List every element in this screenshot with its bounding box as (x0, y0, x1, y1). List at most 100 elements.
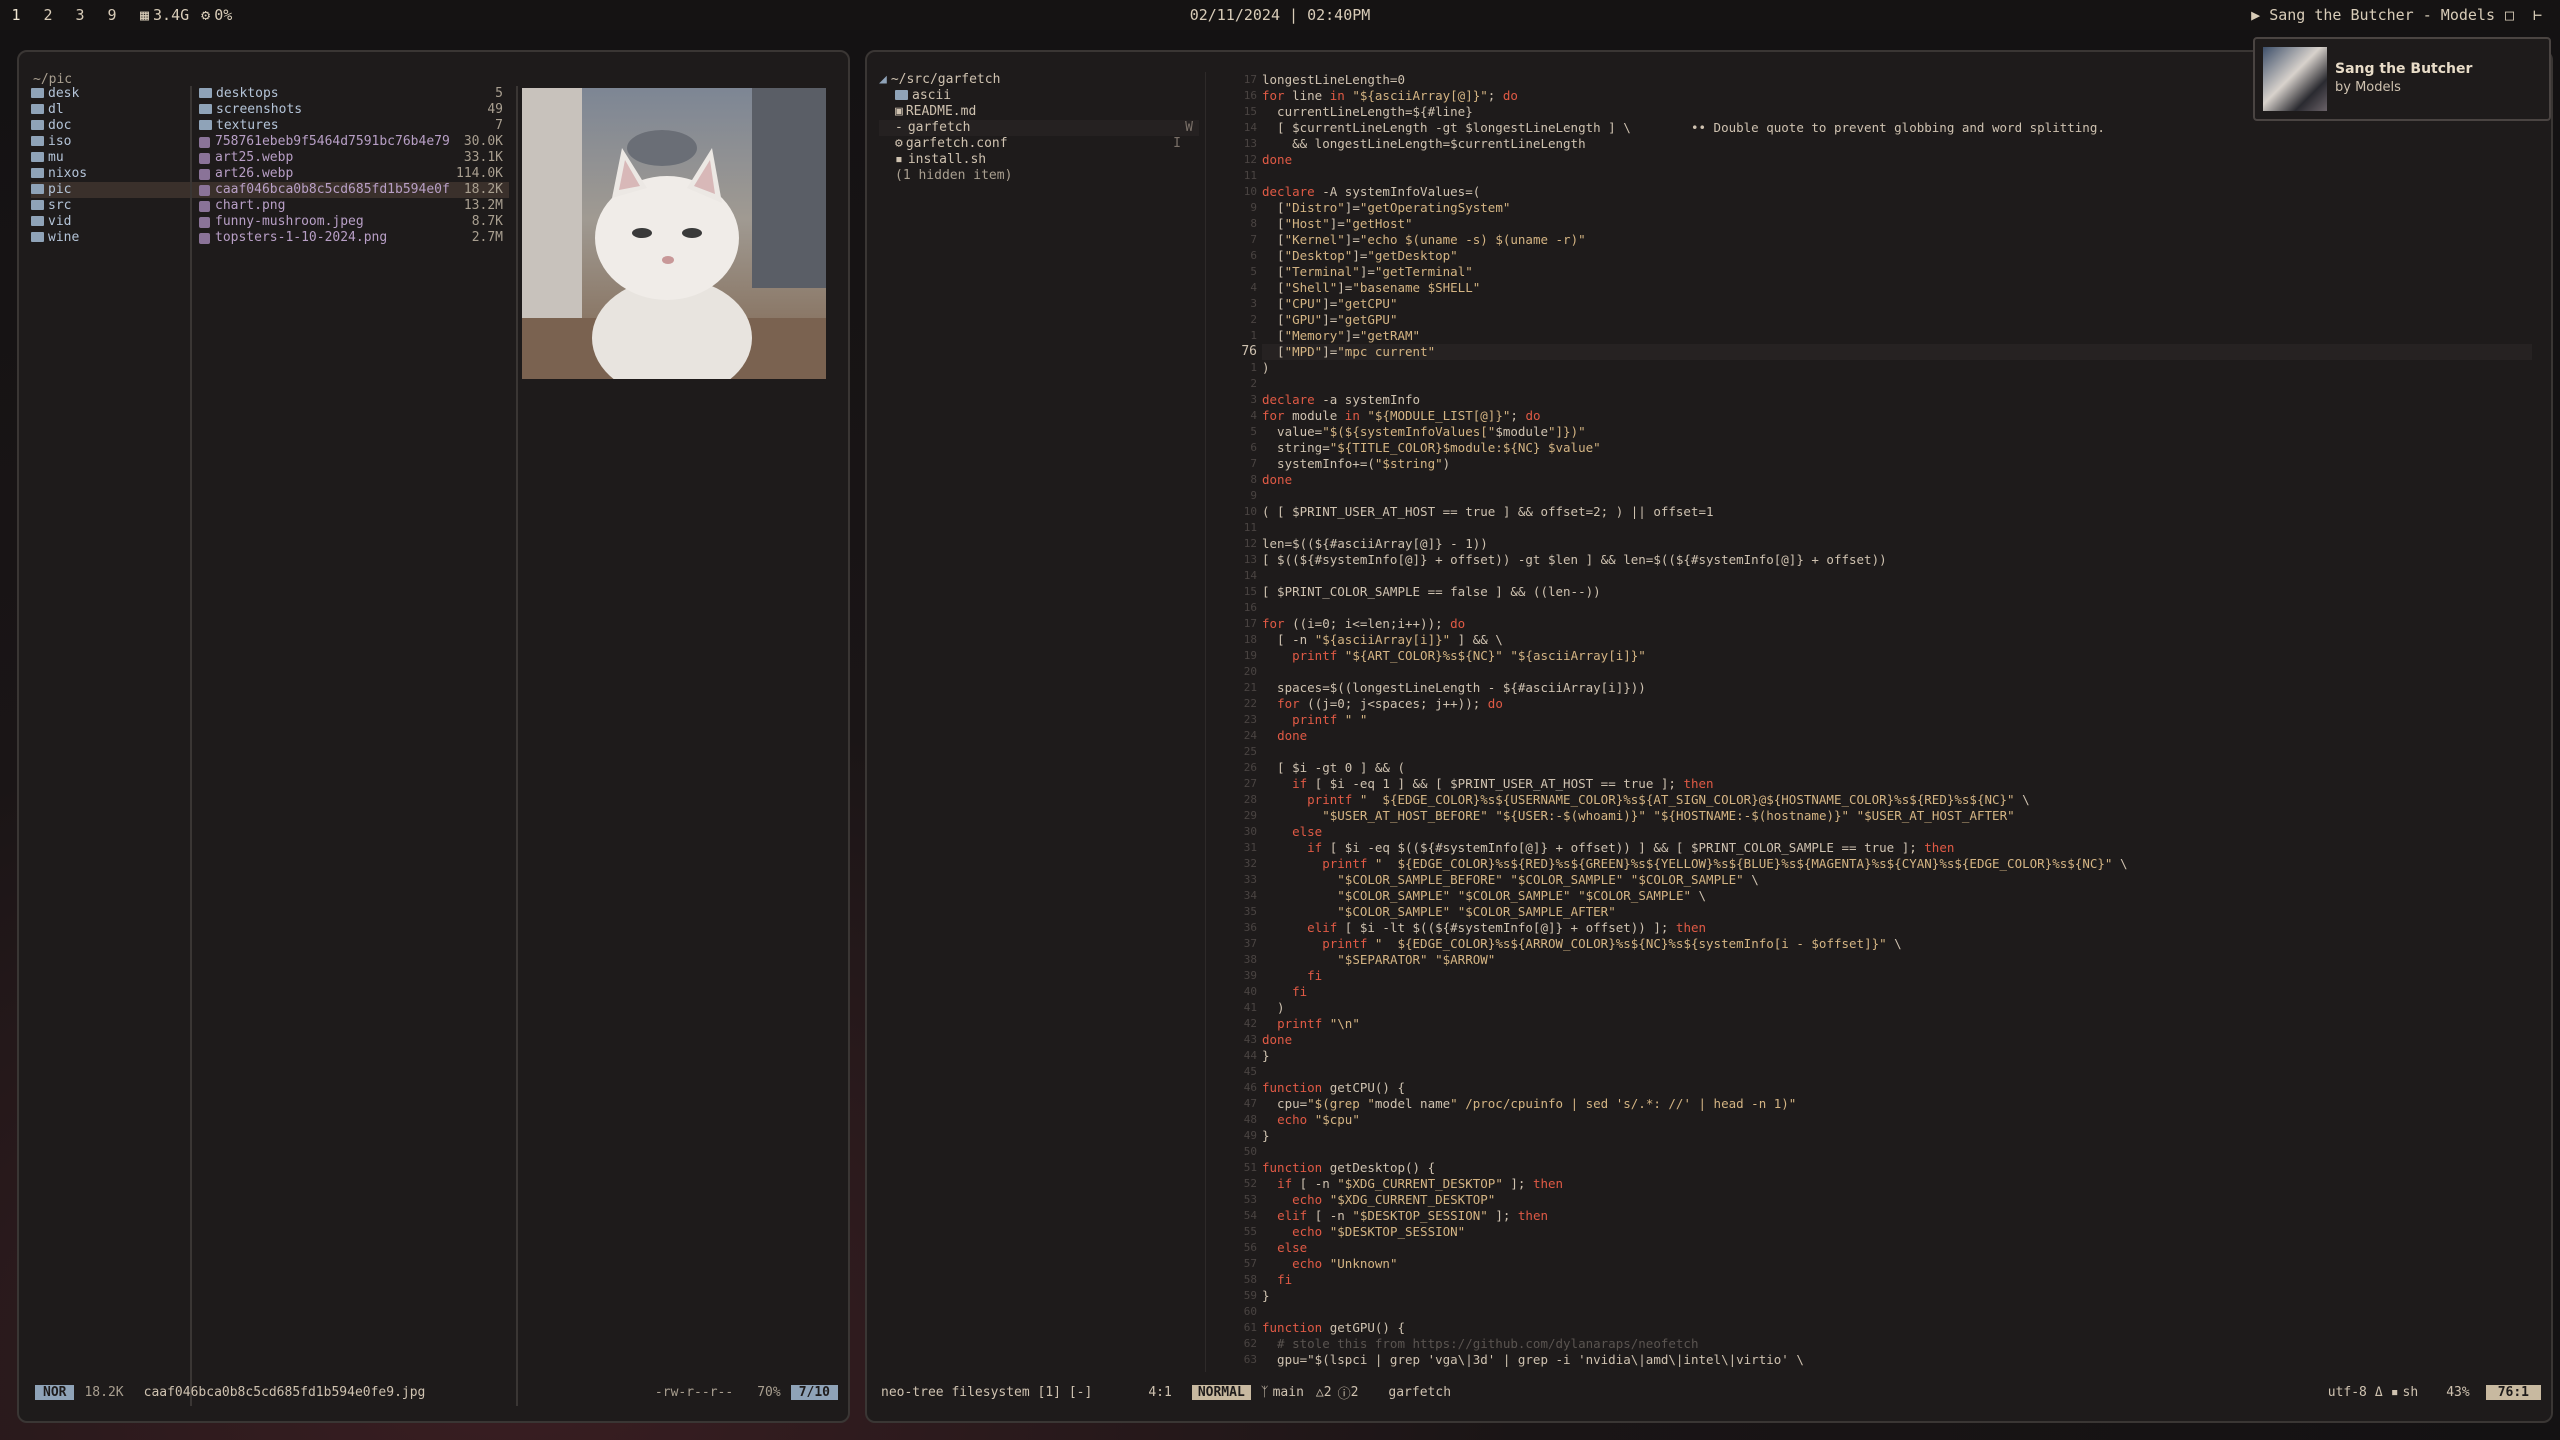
code-line[interactable]: function getDesktop() { (1262, 1160, 2532, 1176)
code-line[interactable]: echo "$XDG_CURRENT_DESKTOP" (1262, 1192, 2532, 1208)
dir-item[interactable]: desk (31, 86, 205, 102)
tree-item[interactable]: ▣ README.md (879, 104, 1199, 120)
file-item[interactable]: chart.png 13.2M (199, 198, 509, 214)
code-line[interactable] (1262, 1064, 2532, 1080)
code-line[interactable]: for ((i=0; i<=len;i++)); do (1262, 616, 2532, 632)
code-line[interactable]: ["Memory"]="getRAM" (1262, 328, 2532, 344)
code-line[interactable]: ["Host"]="getHost" (1262, 216, 2532, 232)
code-line[interactable]: "$SEPARATOR" "$ARROW" (1262, 952, 2532, 968)
code-line[interactable]: for ((j=0; j<spaces; j++)); do (1262, 696, 2532, 712)
code-line[interactable]: [ $PRINT_COLOR_SAMPLE == false ] && ((le… (1262, 584, 2532, 600)
code-line[interactable]: fi (1262, 1272, 2532, 1288)
code-line[interactable]: value="$(${systemInfoValues["$module"]})… (1262, 424, 2532, 440)
code-line[interactable]: ["Terminal"]="getTerminal" (1262, 264, 2532, 280)
code-line[interactable]: printf " ${EDGE_COLOR}%s${USERNAME_COLOR… (1262, 792, 2532, 808)
file-item[interactable]: 758761ebeb9f5464d7591bc76b4e79 30.0K (199, 134, 509, 150)
code-line[interactable] (1262, 744, 2532, 760)
code-line[interactable]: cpu="$(grep "model name" /proc/cpuinfo |… (1262, 1096, 2532, 1112)
dir-item-selected[interactable]: pic (31, 182, 205, 198)
code-line[interactable]: ) (1262, 360, 2532, 376)
code-line[interactable]: for module in "${MODULE_LIST[@]}"; do (1262, 408, 2532, 424)
code-line[interactable]: spaces=$((longestLineLength - ${#asciiAr… (1262, 680, 2532, 696)
code-line[interactable]: echo "$DESKTOP_SESSION" (1262, 1224, 2532, 1240)
code-line[interactable]: declare -a systemInfo (1262, 392, 2532, 408)
code-line[interactable] (1262, 600, 2532, 616)
code-line[interactable]: declare -A systemInfoValues=( (1262, 184, 2532, 200)
workspace-2[interactable]: 2 (32, 6, 64, 24)
code-line[interactable]: ) (1262, 1000, 2532, 1016)
code-line[interactable]: done (1262, 728, 2532, 744)
code-line[interactable] (1262, 488, 2532, 504)
now-playing[interactable]: ▶ Sang the Butcher - Models (2251, 6, 2495, 24)
file-item[interactable]: desktops 5 (199, 86, 509, 102)
code-line[interactable]: } (1262, 1288, 2532, 1304)
code-line[interactable]: printf " ${EDGE_COLOR}%s${RED}%s${GREEN}… (1262, 856, 2532, 872)
dir-item[interactable]: doc (31, 118, 205, 134)
code-line[interactable]: [ -n "${asciiArray[i]}" ] && \ (1262, 632, 2532, 648)
code-line[interactable] (1262, 664, 2532, 680)
code-line[interactable]: echo "$cpu" (1262, 1112, 2532, 1128)
code-line[interactable]: ["CPU"]="getCPU" (1262, 296, 2532, 312)
code-line[interactable]: ["GPU"]="getGPU" (1262, 312, 2532, 328)
code-line[interactable]: } (1262, 1128, 2532, 1144)
code-line[interactable]: "$COLOR_SAMPLE_BEFORE" "$COLOR_SAMPLE" "… (1262, 872, 2532, 888)
file-item[interactable]: textures 7 (199, 118, 509, 134)
tree-item[interactable]: ▪ install.sh (879, 152, 1199, 168)
file-item[interactable]: art26.webp 114.0K (199, 166, 509, 182)
code-line[interactable]: printf " ${EDGE_COLOR}%s${ARROW_COLOR}%s… (1262, 936, 2532, 952)
code-line[interactable] (1262, 520, 2532, 536)
code-line[interactable]: else (1262, 1240, 2532, 1256)
code-line[interactable]: ["MPD"]="mpc current" (1262, 344, 2532, 360)
code-line[interactable]: done (1262, 1032, 2532, 1048)
tree-hidden-count[interactable]: (1 hidden item) (879, 168, 1199, 184)
code-line[interactable]: done (1262, 472, 2532, 488)
code-line[interactable]: ["Shell"]="basename $SHELL" (1262, 280, 2532, 296)
window-icon[interactable]: □ (2505, 6, 2514, 24)
media-notification[interactable]: Sang the Butcher by Models (2253, 37, 2551, 121)
code-line[interactable]: if [ -n "$XDG_CURRENT_DESKTOP" ]; then (1262, 1176, 2532, 1192)
file-item[interactable]: screenshots 49 (199, 102, 509, 118)
dir-item[interactable]: mu (31, 150, 205, 166)
code-line[interactable]: fi (1262, 968, 2532, 984)
dir-item[interactable]: src (31, 198, 205, 214)
dir-item[interactable]: vid (31, 214, 205, 230)
code-line[interactable] (1262, 168, 2532, 184)
code-line[interactable]: function getGPU() { (1262, 1320, 2532, 1336)
code-line[interactable]: printf "${ART_COLOR}%s${NC}" "${asciiArr… (1262, 648, 2532, 664)
code-line[interactable]: "$COLOR_SAMPLE" "$COLOR_SAMPLE_AFTER" (1262, 904, 2532, 920)
code-line[interactable]: ["Kernel"]="echo $(uname -s) $(uname -r)… (1262, 232, 2532, 248)
code-line[interactable]: [ $i -gt 0 ] && ( (1262, 760, 2532, 776)
tree-item[interactable]: ascii (879, 88, 1199, 104)
tree-item[interactable]: ⚙ garfetch.conf I (879, 136, 1199, 152)
code-line[interactable]: ["Desktop"]="getDesktop" (1262, 248, 2532, 264)
code-line[interactable]: systemInfo+=("$string") (1262, 456, 2532, 472)
code-area[interactable]: longestLineLength=0 for line in "${asciiA… (1262, 72, 2532, 1368)
code-line[interactable]: && longestLineLength=$currentLineLength (1262, 136, 2532, 152)
code-line[interactable]: "$COLOR_SAMPLE" "$COLOR_SAMPLE" "$COLOR_… (1262, 888, 2532, 904)
tree-item-selected[interactable]: - garfetch W (879, 120, 1199, 136)
code-line[interactable]: [ $((${#systemInfo[@]} + offset)) -gt $l… (1262, 552, 2532, 568)
code-line[interactable]: # stole this from https://github.com/dyl… (1262, 1336, 2532, 1352)
power-icon[interactable]: ⊢ (2533, 6, 2542, 24)
code-line[interactable]: printf "\n" (1262, 1016, 2532, 1032)
code-line[interactable]: ( [ $PRINT_USER_AT_HOST == true ] && off… (1262, 504, 2532, 520)
file-item[interactable]: funny-mushroom.jpeg 8.7K (199, 214, 509, 230)
code-line[interactable]: fi (1262, 984, 2532, 1000)
code-line[interactable]: echo "Unknown" (1262, 1256, 2532, 1272)
code-line[interactable]: ["Distro"]="getOperatingSystem" (1262, 200, 2532, 216)
code-line[interactable]: [ $currentLineLength -gt $longestLineLen… (1262, 120, 2532, 136)
file-item[interactable]: topsters-1-10-2024.png 2.7M (199, 230, 509, 246)
file-item-selected[interactable]: caaf046bca0b8c5cd685fd1b594e0f 18.2K (199, 182, 509, 198)
code-line[interactable]: gpu="$(lspci | grep 'vga\|3d' | grep -i … (1262, 1352, 2532, 1368)
dir-item[interactable]: dl (31, 102, 205, 118)
code-line[interactable] (1262, 1144, 2532, 1160)
code-line[interactable]: "$USER_AT_HOST_BEFORE" "${USER:-$(whoami… (1262, 808, 2532, 824)
dir-item[interactable]: wine (31, 230, 205, 246)
dir-item[interactable]: nixos (31, 166, 205, 182)
code-line[interactable] (1262, 376, 2532, 392)
code-line[interactable]: if [ $i -eq $((${#systemInfo[@]} + offse… (1262, 840, 2532, 856)
tree-root[interactable]: ◢ ~/src/garfetch (879, 72, 1199, 88)
code-line[interactable] (1262, 568, 2532, 584)
file-item[interactable]: art25.webp 33.1K (199, 150, 509, 166)
workspace-1[interactable]: 1 (0, 6, 32, 24)
